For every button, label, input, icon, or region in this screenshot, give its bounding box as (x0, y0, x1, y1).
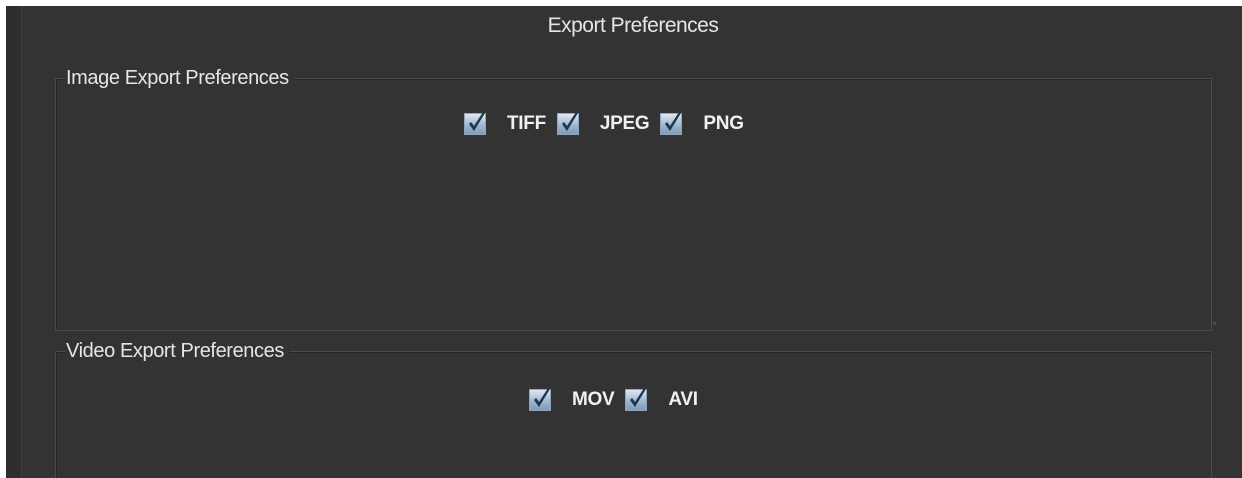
checkmark-icon (561, 112, 578, 131)
image-export-group: Image Export Preferences TIFF JPEG PNG (55, 65, 1212, 331)
export-preferences-window: Export Preferences Image Export Preferen… (6, 6, 1242, 478)
mov-checkbox[interactable] (529, 388, 551, 411)
video-format-options: MOV AVI (529, 388, 709, 411)
avi-checkbox[interactable] (625, 388, 648, 411)
panel-title: Export Preferences (547, 14, 719, 37)
checkmark-icon (665, 112, 682, 131)
jpeg-checkbox[interactable] (556, 112, 579, 135)
mov-option[interactable]: MOV (529, 388, 625, 411)
jpeg-label: JPEG (599, 113, 650, 134)
png-option[interactable]: PNG (660, 112, 754, 135)
tiff-option[interactable]: TIFF (464, 112, 557, 135)
avi-label: AVI (668, 389, 698, 410)
divider-marker (1213, 322, 1216, 325)
jpeg-option[interactable]: JPEG (556, 112, 661, 135)
png-checkbox[interactable] (660, 112, 683, 135)
image-export-legend: Image Export Preferences (66, 65, 295, 91)
video-export-legend: Video Export Preferences (66, 338, 290, 364)
checkmark-icon (469, 112, 485, 131)
mov-label: MOV (572, 389, 615, 410)
tiff-label: TIFF (507, 113, 546, 134)
video-export-group: Video Export Preferences MOV AVI (55, 338, 1212, 478)
png-label: PNG (703, 113, 744, 134)
window-left-border (7, 6, 22, 478)
tiff-checkbox[interactable] (464, 112, 486, 135)
avi-option[interactable]: AVI (625, 388, 708, 411)
checkmark-icon (534, 388, 550, 407)
image-format-options: TIFF JPEG PNG (464, 112, 755, 135)
group-inner-border (56, 352, 1211, 478)
checkmark-icon (630, 388, 647, 407)
